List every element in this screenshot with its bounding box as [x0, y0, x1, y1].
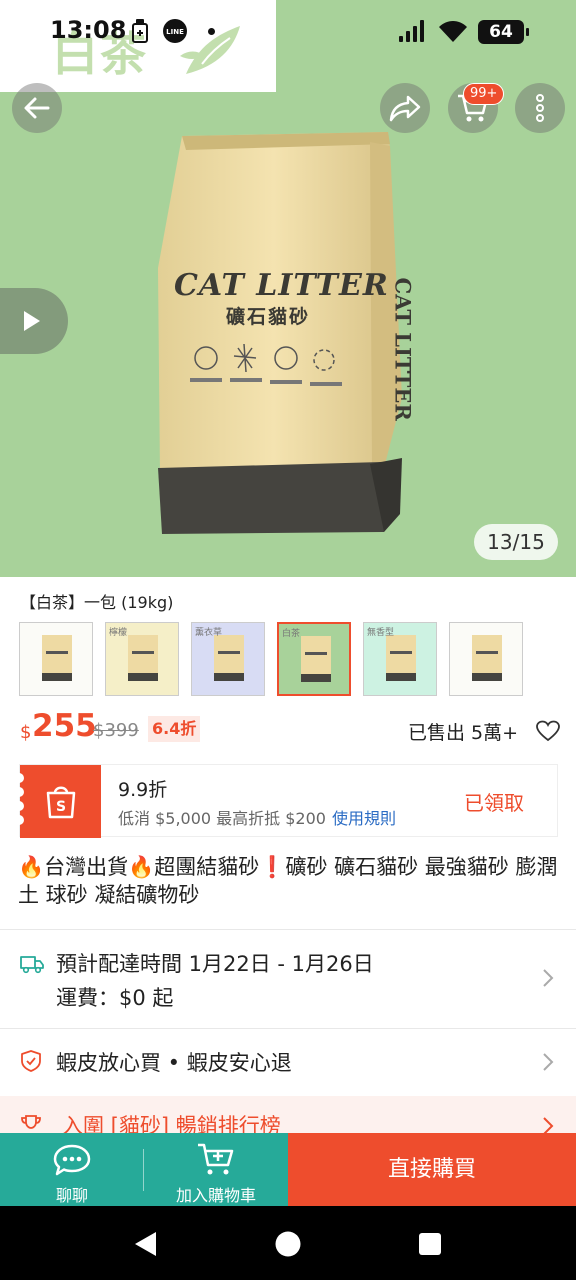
bag-side-text: CAT LITTER — [390, 277, 416, 421]
cat-litter-bag-image — [158, 132, 402, 534]
thumb-bag-icon — [472, 635, 502, 681]
add-to-cart-label: 加入購物車 — [175, 1186, 256, 1205]
cart-count-badge: 99+ — [463, 83, 505, 105]
bottom-action-bar: 聊聊 加入購物車 直接購買 — [0, 1133, 576, 1206]
chat-bubble-icon — [53, 1144, 91, 1176]
voucher-title: 9.9折 — [118, 779, 168, 801]
variant-thumb[interactable]: 薰衣草 — [191, 622, 265, 696]
nav-back-icon[interactable] — [132, 1230, 158, 1258]
trophy-icon — [21, 1115, 41, 1129]
currency-symbol: $ — [20, 722, 32, 743]
svg-text:LINE: LINE — [166, 28, 184, 36]
chevron-right-icon — [543, 969, 554, 987]
line-app-icon: LINE — [163, 19, 187, 43]
status-bar: 13:08 LINE 64 — [0, 0, 576, 64]
selected-variant-label: 【白茶】一包 (19kg) — [20, 593, 174, 612]
shop-voucher-card[interactable]: S 9.9折 低消 $5,000 最高折抵 $200 使用規則 已領取 — [14, 764, 558, 838]
original-price: $399 — [93, 720, 139, 741]
variant-thumb[interactable]: 檸檬 — [105, 622, 179, 696]
share-icon — [389, 95, 421, 122]
share-button[interactable] — [380, 83, 430, 133]
thumb-bag-icon — [42, 635, 72, 681]
favorite-heart-icon[interactable] — [536, 720, 560, 742]
notification-dot-icon — [208, 28, 215, 35]
image-counter: 13/15 — [474, 524, 558, 560]
nav-recents-icon[interactable] — [418, 1232, 442, 1256]
back-arrow-icon — [24, 97, 50, 119]
chat-label: 聊聊 — [55, 1186, 88, 1205]
wifi-icon — [439, 21, 467, 42]
voucher-subtitle: 低消 $5,000 最高折抵 $200 — [118, 809, 326, 828]
bag-title: CAT LITTER — [174, 268, 389, 303]
product-image-carousel[interactable]: 白茶 CAT LITTER 礦石貓砂 CAT LITTER 13:08 LINE… — [0, 0, 576, 577]
system-nav-bar — [0, 1206, 576, 1280]
status-time: 13:08 — [50, 16, 127, 44]
product-title: 🔥台灣出貨🔥超團結貓砂❗礦砂 礦石貓砂 最強貓砂 膨潤土 球砂 凝結礦物砂 — [18, 855, 558, 907]
nav-home-icon[interactable] — [274, 1230, 302, 1258]
voucher-claimed-status: 已領取 — [464, 791, 524, 815]
variant-thumb[interactable] — [19, 622, 93, 696]
delivery-date: 預計配達時間 1月22日 - 1月26日 — [56, 952, 374, 976]
voucher-logo: S — [14, 765, 101, 838]
variant-thumb-selected[interactable]: 白茶 — [277, 622, 351, 696]
guarantee-text: 蝦皮放心買 • 蝦皮安心退 — [56, 1051, 292, 1075]
product-page: 白茶 CAT LITTER 礦石貓砂 CAT LITTER 13:08 LINE… — [0, 0, 576, 1280]
video-play-button[interactable] — [0, 288, 68, 354]
play-icon — [24, 311, 40, 331]
chat-button[interactable]: 聊聊 — [0, 1133, 144, 1206]
shipping-fee: 運費：$0 起 — [56, 986, 174, 1010]
delivery-row[interactable]: 預計配達時間 1月22日 - 1月26日 運費：$0 起 — [0, 930, 576, 1028]
battery-icon: 64 — [478, 20, 529, 44]
ranking-row[interactable]: 入圍 [貓砂] 暢銷排行榜 — [0, 1096, 576, 1136]
discount-badge: 6.4折 — [148, 716, 201, 742]
price-row: $ 255 $399 6.4折 已售出 5萬+ — [20, 708, 560, 752]
more-options-button[interactable] — [515, 83, 565, 133]
svg-text:S: S — [56, 799, 66, 815]
shield-check-icon — [21, 1050, 41, 1072]
chevron-right-icon — [543, 1053, 554, 1071]
back-button[interactable] — [12, 83, 62, 133]
voucher-conditions: 低消 $5,000 最高折抵 $200 使用規則 — [118, 805, 396, 829]
sold-count: 已售出 5萬+ — [408, 722, 519, 744]
signal-icon — [399, 20, 424, 42]
variant-thumb[interactable]: 無香型 — [363, 622, 437, 696]
guarantee-row[interactable]: 蝦皮放心買 • 蝦皮安心退 — [0, 1029, 576, 1095]
truck-icon — [20, 956, 44, 974]
sim-icon — [132, 19, 148, 43]
variant-thumbnails: 檸檬 薰衣草 白茶 無香型 — [19, 622, 539, 696]
add-to-cart-button[interactable]: 加入購物車 — [144, 1133, 288, 1206]
variant-thumb[interactable] — [449, 622, 523, 696]
more-vertical-icon — [536, 94, 544, 122]
bag-subtitle: 礦石貓砂 — [226, 306, 311, 328]
voucher-rules-link[interactable]: 使用規則 — [332, 809, 396, 828]
current-price: 255 — [32, 708, 97, 744]
buy-now-button[interactable]: 直接購買 — [288, 1133, 576, 1206]
shopee-bag-icon: S — [46, 786, 76, 819]
add-cart-icon — [198, 1143, 234, 1175]
